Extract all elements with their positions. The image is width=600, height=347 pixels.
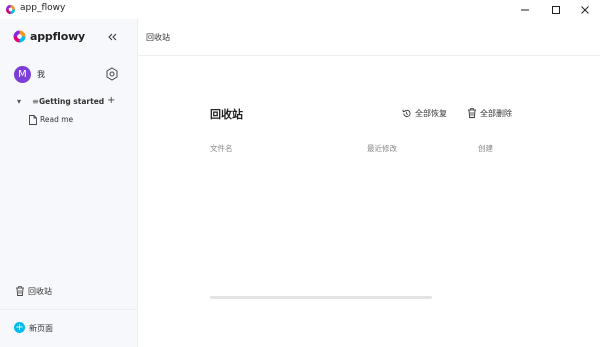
user-row[interactable]: M 我 bbox=[14, 66, 124, 84]
breadcrumb[interactable]: 回收站 bbox=[146, 32, 170, 43]
settings-icon[interactable] bbox=[105, 67, 119, 81]
column-header-modified: 最近修改 bbox=[367, 144, 397, 153]
collapse-sidebar-icon[interactable] bbox=[107, 31, 119, 43]
column-header-created: 创建 bbox=[478, 144, 493, 153]
add-icon: + bbox=[14, 322, 25, 333]
close-icon bbox=[581, 5, 589, 14]
trash-icon bbox=[468, 108, 476, 118]
restore-all-button[interactable]: 全部恢复 bbox=[402, 107, 447, 119]
delete-all-label: 全部删除 bbox=[480, 108, 512, 118]
delete-all-button[interactable]: 全部删除 bbox=[468, 107, 512, 119]
column-header-filename: 文件名 bbox=[210, 144, 233, 153]
window-title: app_flowy bbox=[20, 3, 66, 13]
page-label: Read me bbox=[40, 115, 74, 124]
collapse-caret-icon[interactable]: ▾ bbox=[17, 97, 21, 106]
top-bar: 回收站 bbox=[137, 19, 600, 56]
logo-text: appflowy bbox=[30, 30, 86, 43]
restore-all-label: 全部恢复 bbox=[415, 108, 447, 118]
app-icon bbox=[5, 4, 16, 15]
new-page-label: 新页面 bbox=[29, 324, 53, 333]
sidebar: appflowy M 我 ▾ ≡ Getting started + Read … bbox=[0, 19, 138, 347]
sidebar-item-getting-started[interactable]: ▾ ≡ Getting started + bbox=[14, 95, 124, 108]
minimize-icon bbox=[521, 9, 529, 10]
trash-label: 回收站 bbox=[28, 287, 52, 296]
close-button[interactable] bbox=[570, 0, 600, 19]
trash-icon bbox=[16, 286, 24, 296]
maximize-button[interactable] bbox=[541, 0, 571, 19]
app-logo: appflowy bbox=[13, 30, 85, 43]
restore-icon bbox=[402, 109, 411, 117]
workspace-label: Getting started bbox=[39, 97, 105, 106]
user-name: 我 bbox=[37, 70, 45, 79]
sidebar-divider bbox=[0, 309, 137, 310]
window-titlebar: app_flowy bbox=[0, 0, 600, 19]
horizontal-scrollbar[interactable] bbox=[210, 296, 432, 299]
page-title: 回收站 bbox=[210, 108, 243, 121]
add-icon[interactable]: + bbox=[107, 95, 115, 106]
minimize-button[interactable] bbox=[510, 0, 540, 19]
maximize-icon bbox=[552, 5, 560, 14]
appflowy-logo-icon bbox=[13, 30, 26, 43]
avatar[interactable]: M bbox=[14, 66, 31, 83]
drag-handle-icon[interactable]: ≡ bbox=[32, 97, 39, 106]
document-icon bbox=[29, 115, 37, 125]
